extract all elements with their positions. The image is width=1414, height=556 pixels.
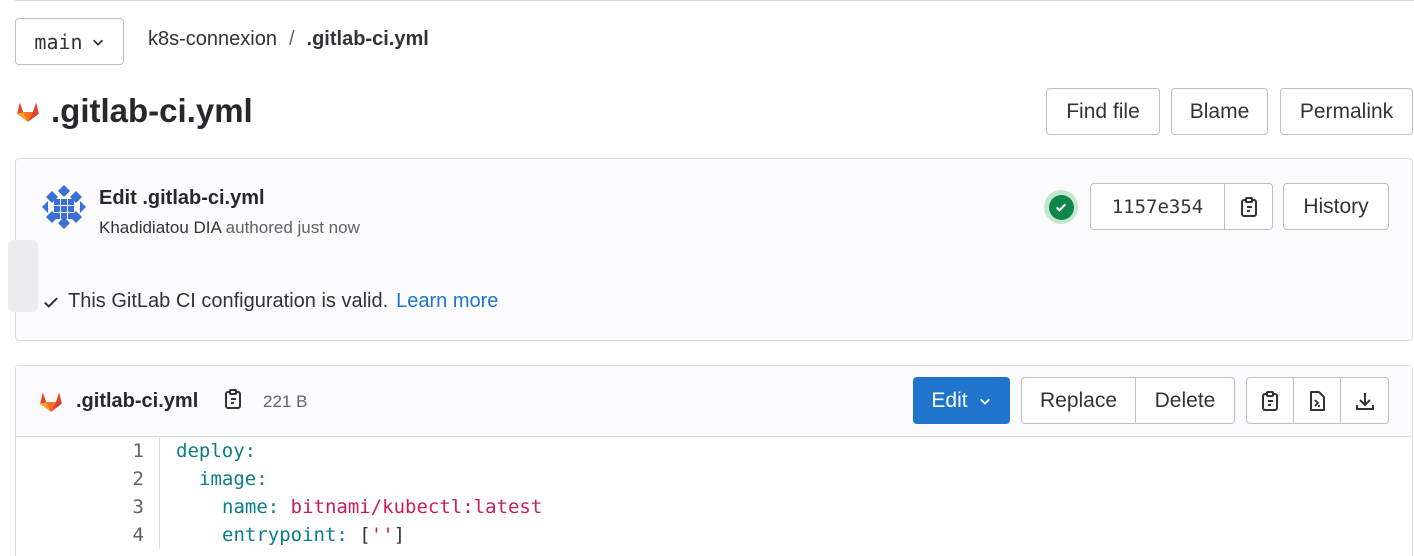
line-number[interactable]: 2 bbox=[16, 468, 144, 490]
page-title: .gitlab-ci.yml bbox=[51, 92, 253, 129]
copy-contents-button[interactable] bbox=[1246, 377, 1294, 424]
code-line: 2 image: bbox=[16, 465, 1412, 493]
line-number[interactable]: 4 bbox=[16, 524, 144, 546]
file-viewer: .gitlab-ci.yml 221 B Edit Replace Delete bbox=[15, 365, 1413, 556]
file-name: .gitlab-ci.yml bbox=[76, 390, 199, 412]
commit-sha-group: 1157e354 bbox=[1090, 183, 1273, 230]
code-content: name: bitnami/kubectl:latest bbox=[176, 496, 542, 518]
commit-meta: Khadidiatou DIA authored just now bbox=[99, 218, 360, 238]
commit-author[interactable]: Khadidiatou DIA bbox=[99, 218, 221, 237]
code-gutter bbox=[144, 465, 160, 493]
avatar[interactable] bbox=[40, 183, 88, 231]
blame-button[interactable]: Blame bbox=[1171, 88, 1268, 135]
copy-sha-button[interactable] bbox=[1225, 183, 1273, 230]
breadcrumb: k8s-connexion / .gitlab-ci.yml bbox=[148, 28, 429, 51]
delete-button[interactable]: Delete bbox=[1136, 377, 1235, 424]
code-gutter bbox=[144, 493, 160, 521]
chevron-down-icon bbox=[92, 39, 103, 46]
gitlab-logo-icon bbox=[17, 102, 39, 122]
ci-valid-text: This GitLab CI configuration is valid. bbox=[68, 290, 389, 312]
breadcrumb-project[interactable]: k8s-connexion bbox=[148, 28, 277, 51]
clipboard-icon bbox=[1262, 390, 1278, 411]
edit-label: Edit bbox=[931, 388, 968, 412]
top-divider bbox=[15, 0, 1414, 1]
replace-delete-group: Replace Delete bbox=[1021, 377, 1235, 424]
file-size: 221 B bbox=[263, 392, 308, 411]
checkmark-icon bbox=[44, 296, 58, 308]
branch-label: main bbox=[34, 29, 83, 54]
code-line: 4 entrypoint: [''] bbox=[16, 521, 1412, 549]
code-line: 1 deploy: bbox=[16, 437, 1412, 465]
breadcrumb-file[interactable]: .gitlab-ci.yml bbox=[307, 28, 429, 51]
download-button[interactable] bbox=[1341, 377, 1389, 424]
yaml-value: bitnami/kubectl:latest bbox=[290, 496, 543, 518]
yaml-key: entrypoint: bbox=[222, 524, 348, 546]
open-raw-button[interactable] bbox=[1294, 377, 1341, 424]
code-content: entrypoint: [''] bbox=[176, 524, 405, 546]
code-view: 1 deploy: 2 image: 3 name: bitnami/kubectl:la… bbox=[16, 437, 1412, 549]
ci-validation-message: This GitLab CI configuration is valid. L… bbox=[42, 290, 498, 313]
clipboard-icon bbox=[1240, 196, 1257, 217]
yaml-key: image: bbox=[199, 468, 268, 490]
code-content: deploy: bbox=[176, 440, 256, 462]
yaml-key: name: bbox=[222, 496, 280, 518]
code-line: 3 name: bitnami/kubectl:latest bbox=[16, 493, 1412, 521]
file-actions-group bbox=[1246, 377, 1389, 424]
branch-selector[interactable]: main bbox=[15, 18, 124, 65]
commit-sha[interactable]: 1157e354 bbox=[1090, 183, 1225, 230]
commit-authored-time: authored just now bbox=[225, 218, 360, 237]
sidebar-expand-handle[interactable] bbox=[8, 240, 38, 312]
code-gutter bbox=[144, 521, 160, 549]
copy-path-icon[interactable] bbox=[223, 388, 243, 410]
gitlab-file-icon bbox=[40, 392, 62, 412]
edit-dropdown-button[interactable]: Edit bbox=[913, 377, 1010, 424]
download-icon bbox=[1355, 392, 1374, 410]
replace-button[interactable]: Replace bbox=[1021, 377, 1136, 424]
yaml-value: [''] bbox=[359, 524, 406, 546]
line-number[interactable]: 3 bbox=[16, 496, 144, 518]
code-gutter bbox=[144, 437, 160, 465]
find-file-button[interactable]: Find file bbox=[1046, 88, 1160, 135]
file-code-icon bbox=[1310, 390, 1325, 411]
file-header: .gitlab-ci.yml 221 B Edit Replace Delete bbox=[16, 366, 1412, 437]
code-content: image: bbox=[176, 468, 268, 490]
learn-more-link[interactable]: Learn more bbox=[396, 290, 498, 313]
history-button[interactable]: History bbox=[1283, 183, 1389, 230]
check-icon bbox=[1055, 203, 1067, 212]
last-commit-panel: Edit .gitlab-ci.yml Khadidiatou DIA auth… bbox=[15, 158, 1413, 341]
chevron-down-icon bbox=[979, 398, 990, 405]
pipeline-status-icon[interactable] bbox=[1044, 190, 1078, 224]
permalink-button[interactable]: Permalink bbox=[1280, 88, 1413, 135]
commit-title[interactable]: Edit .gitlab-ci.yml bbox=[99, 187, 265, 210]
file-title-row: .gitlab-ci.yml bbox=[15, 92, 253, 130]
yaml-key: deploy: bbox=[176, 440, 257, 462]
line-number[interactable]: 1 bbox=[16, 440, 144, 462]
breadcrumb-separator: / bbox=[288, 28, 295, 50]
